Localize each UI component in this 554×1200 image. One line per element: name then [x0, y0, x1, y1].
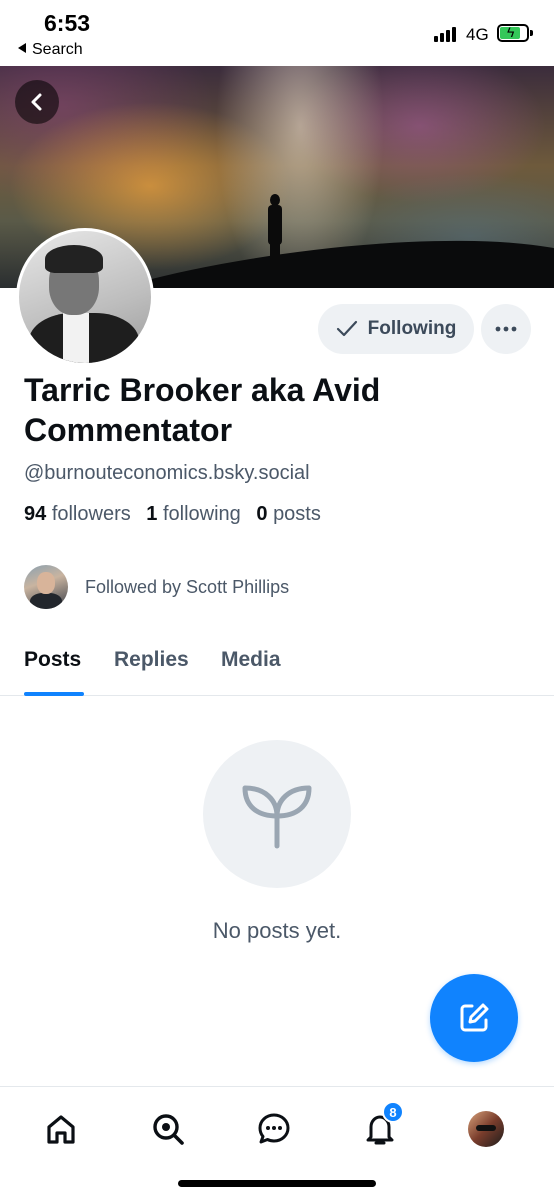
display-name: Tarric Brooker aka Avid Commentator: [24, 372, 381, 448]
home-icon: [47, 1115, 75, 1144]
home-indicator: [178, 1180, 376, 1187]
followers-link[interactable]: 94 followers: [24, 503, 131, 525]
ellipsis-icon: [495, 326, 517, 332]
notifications-badge: 8: [382, 1101, 404, 1123]
status-bar: 6:53 Search 4G ϟ: [0, 0, 554, 66]
nav-profile[interactable]: [466, 1109, 506, 1149]
battery-icon: ϟ: [497, 24, 533, 42]
followers-label: followers: [51, 503, 131, 525]
back-to-app-label: Search: [32, 41, 83, 58]
tab-media[interactable]: Media: [221, 648, 281, 672]
follower-avatar: [24, 565, 68, 609]
sprout-icon: [242, 785, 312, 849]
posts-stat: 0 posts: [256, 503, 321, 525]
search-icon: [153, 1114, 184, 1145]
tab-replies[interactable]: Replies: [114, 648, 189, 672]
following-link[interactable]: 1 following: [146, 503, 241, 525]
chevron-left-icon: [31, 93, 42, 111]
tab-posts[interactable]: Posts: [24, 648, 81, 672]
checkmark-icon: [336, 320, 357, 337]
back-triangle-icon: [18, 43, 26, 53]
empty-state-message: No posts yet.: [212, 918, 342, 943]
profile-handle: @burnouteconomics.bsky.social: [24, 462, 310, 484]
nav-notifications[interactable]: 8: [360, 1101, 404, 1149]
following-button-label: Following: [367, 318, 457, 339]
followers-count: 94: [24, 503, 47, 525]
posts-count: 0: [256, 503, 268, 525]
chat-icon: [258, 1113, 290, 1144]
following-label: following: [162, 503, 241, 525]
nav-search[interactable]: [148, 1109, 188, 1149]
profile-tabs: Posts Replies Media: [0, 642, 554, 696]
nav-chat[interactable]: [254, 1109, 294, 1149]
active-tab-indicator: [24, 692, 84, 696]
empty-state-icon-container: [203, 740, 351, 888]
back-to-search-link[interactable]: Search: [18, 41, 83, 59]
nav-profile-avatar: [468, 1111, 504, 1147]
following-button[interactable]: Following: [318, 304, 474, 354]
followed-by-row[interactable]: Followed by Scott Phillips: [24, 565, 289, 609]
nav-home[interactable]: [41, 1109, 81, 1149]
status-time: 6:53: [44, 10, 91, 36]
network-type: 4G: [466, 25, 489, 44]
following-count: 1: [146, 503, 158, 525]
profile-stats: 94 followers 1 following 0 posts: [24, 503, 321, 526]
back-button[interactable]: [15, 80, 59, 124]
followed-by-text: Followed by Scott Phillips: [85, 576, 290, 597]
signal-icon: [434, 26, 460, 42]
posts-label: posts: [273, 503, 321, 525]
compose-icon: [460, 1003, 489, 1032]
compose-button[interactable]: [430, 974, 518, 1062]
more-options-button[interactable]: [481, 304, 531, 354]
profile-avatar[interactable]: [16, 228, 154, 366]
banner-silhouette: [266, 194, 284, 274]
